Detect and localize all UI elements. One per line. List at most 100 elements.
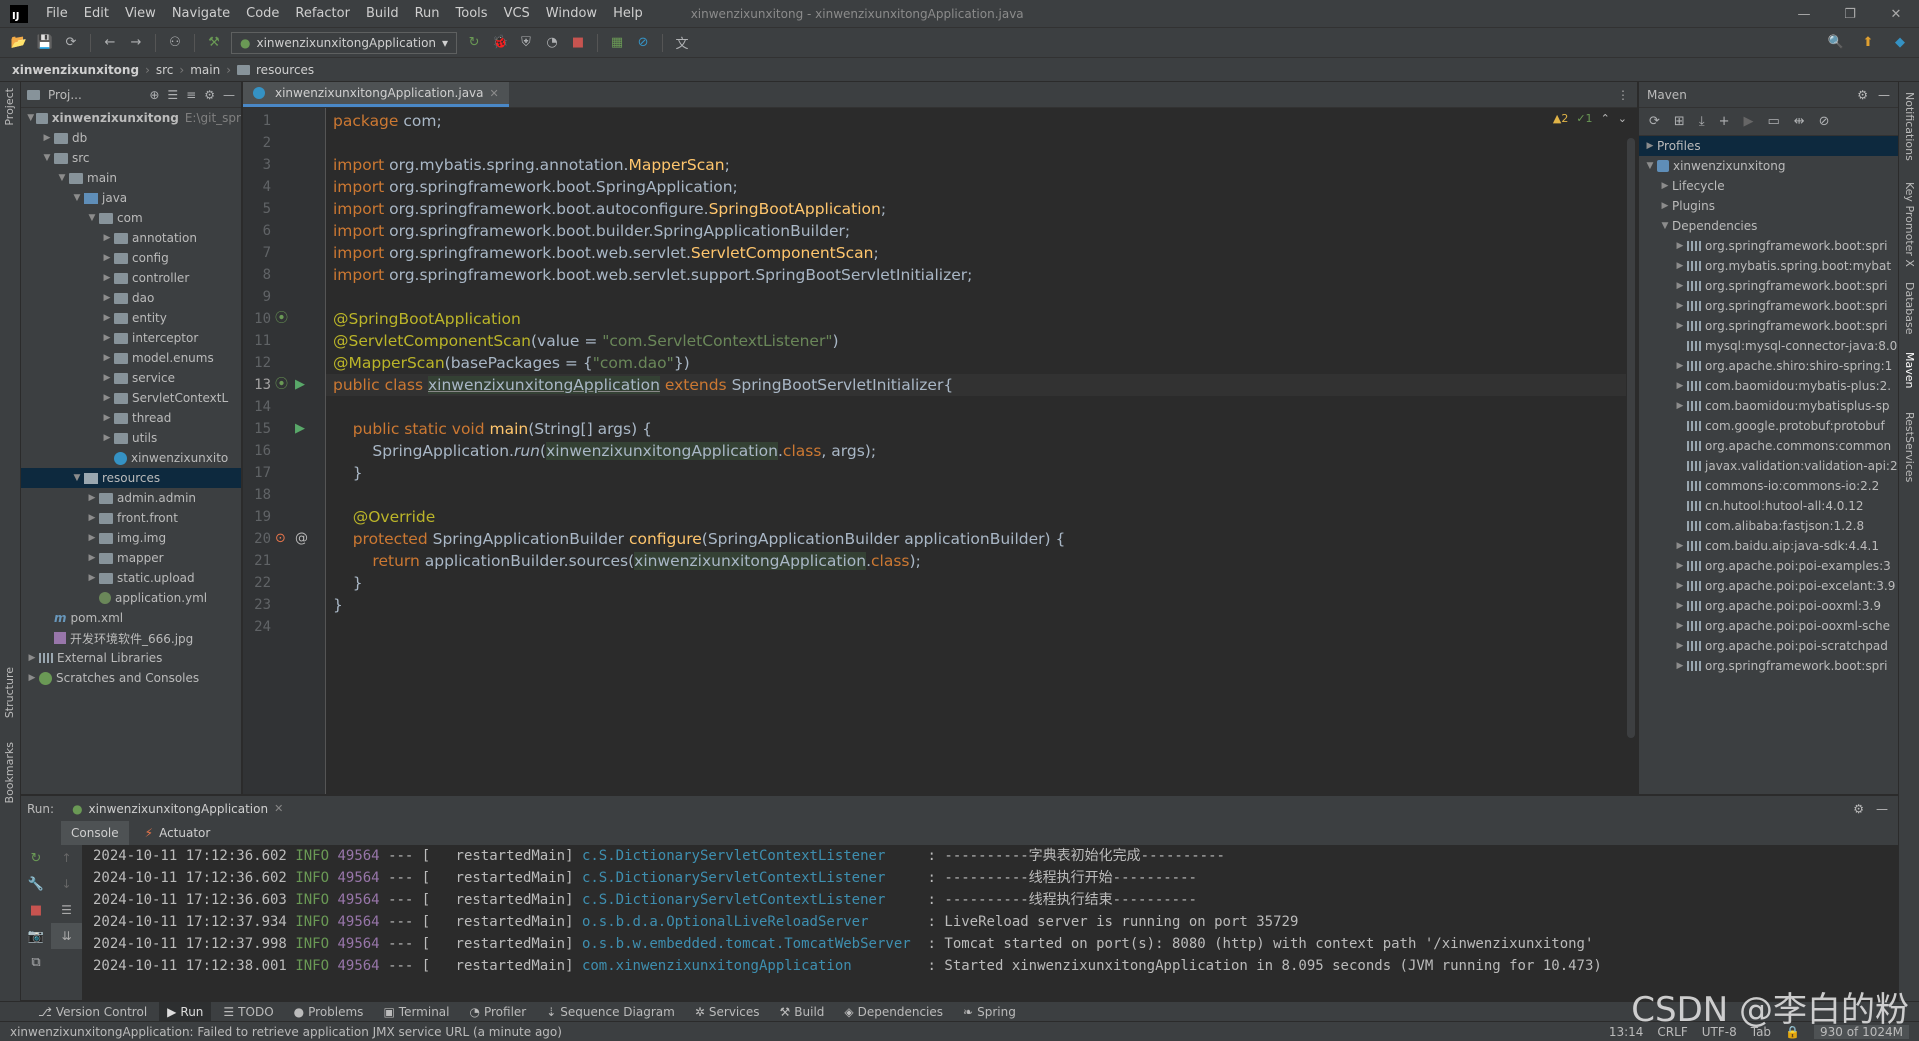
chevron-right-icon[interactable]: ▶ bbox=[100, 333, 114, 343]
maven-tree-item[interactable]: mysql:mysql-connector-java:8.0 bbox=[1639, 336, 1898, 356]
chevron-right-icon[interactable]: ▶ bbox=[1673, 381, 1687, 391]
maven-tree-item[interactable]: ▶ Lifecycle bbox=[1639, 176, 1898, 196]
tool-services[interactable]: ✲ Services bbox=[687, 1002, 768, 1022]
chevron-right-icon[interactable]: ▶ bbox=[100, 433, 114, 443]
run-gutter-icon[interactable]: ▶ bbox=[295, 418, 305, 440]
menu-view[interactable]: View bbox=[117, 6, 164, 21]
stop-icon[interactable]: ■ bbox=[21, 897, 51, 923]
chevron-right-icon[interactable]: ▶ bbox=[1673, 401, 1687, 411]
console-output[interactable]: 2024-10-11 17:12:36.602 INFO 49564 --- [… bbox=[83, 845, 1898, 1000]
maven-tree-item[interactable]: ▶ org.apache.poi:poi-excelant:3.9 bbox=[1639, 576, 1898, 596]
maven-tree-item[interactable]: ▶ org.apache.shiro:shiro-spring:1 bbox=[1639, 356, 1898, 376]
coverage-icon[interactable]: ⛨ bbox=[515, 32, 537, 54]
save-icon[interactable]: 💾 bbox=[34, 32, 56, 54]
maven-tree-item[interactable]: ▶ com.baomidou:mybatisplus-sp bbox=[1639, 396, 1898, 416]
update-icon[interactable]: ⬆ bbox=[1857, 32, 1879, 54]
tree-item[interactable]: ▼ main bbox=[21, 168, 241, 188]
tree-item[interactable]: ▶ External Libraries bbox=[21, 648, 241, 668]
maven-tree-item[interactable]: ▶ org.springframework.boot:spri bbox=[1639, 236, 1898, 256]
open-folder-icon[interactable]: 📂 bbox=[8, 32, 30, 54]
tree-item[interactable]: ▶ entity bbox=[21, 308, 241, 328]
gear-icon[interactable]: ⚙ bbox=[204, 88, 215, 102]
maven-tree-item[interactable]: ▶ org.springframework.boot:spri bbox=[1639, 656, 1898, 676]
chevron-down-icon[interactable]: ▼ bbox=[85, 213, 99, 223]
chevron-right-icon[interactable]: ▶ bbox=[25, 673, 39, 683]
maven-tree-item[interactable]: commons-io:commons-io:2.2 bbox=[1639, 476, 1898, 496]
run-tab[interactable]: ● xinwenzixunxitongApplication ✕ bbox=[64, 796, 291, 822]
tool-problems[interactable]: ● Problems bbox=[286, 1002, 372, 1022]
maven-tree-item[interactable]: com.alibaba:fastjson:1.2.8 bbox=[1639, 516, 1898, 536]
chevron-right-icon[interactable]: ▶ bbox=[100, 313, 114, 323]
search-icon[interactable]: 🔍 bbox=[1825, 32, 1847, 54]
arrow-down-icon[interactable]: ↓ bbox=[51, 871, 82, 897]
chevron-right-icon[interactable]: ▶ bbox=[85, 553, 99, 563]
chevron-right-icon[interactable]: ▶ bbox=[1673, 321, 1687, 331]
chevron-down-icon[interactable]: ▼ bbox=[1658, 221, 1672, 231]
maven-tree-item[interactable]: cn.hutool:hutool-all:4.0.12 bbox=[1639, 496, 1898, 516]
gear-icon[interactable]: ⚙ bbox=[1853, 802, 1864, 816]
chevron-right-icon[interactable]: ▶ bbox=[40, 133, 54, 143]
tool-version-control[interactable]: ⎇ Version Control bbox=[30, 1002, 155, 1022]
chevron-down-icon[interactable]: ▼ bbox=[25, 113, 36, 123]
cancel-icon[interactable]: ⊘ bbox=[1819, 114, 1830, 129]
maven-tree-item[interactable]: com.google.protobuf:protobuf bbox=[1639, 416, 1898, 436]
chevron-right-icon[interactable]: ▶ bbox=[1673, 301, 1687, 311]
override-icon[interactable]: ⊙ bbox=[275, 528, 286, 550]
build-hammer-icon[interactable]: ⚒ bbox=[203, 32, 225, 54]
monitor-icon[interactable]: ▦ bbox=[606, 32, 628, 54]
tree-item[interactable]: ▼ com bbox=[21, 208, 241, 228]
maven-tree-item[interactable]: ▼ Dependencies bbox=[1639, 216, 1898, 236]
tree-item[interactable]: ▶ config bbox=[21, 248, 241, 268]
close-tab-icon[interactable]: ✕ bbox=[490, 87, 499, 100]
collapse-all-icon[interactable]: ≡ bbox=[186, 88, 196, 102]
tree-item[interactable]: ▶ Scratches and Consoles bbox=[21, 668, 241, 688]
run-gutter-icon[interactable]: ▶ bbox=[295, 374, 305, 396]
bookmarks-stripe-button[interactable]: Bookmarks bbox=[3, 742, 16, 803]
scroll-to-end-icon[interactable]: ⇊ bbox=[51, 923, 82, 949]
expand-all-icon[interactable]: ☰ bbox=[167, 88, 178, 102]
tool-terminal[interactable]: ▣ Terminal bbox=[375, 1002, 457, 1022]
tool-build[interactable]: ⚒ Build bbox=[772, 1002, 833, 1022]
notifications-stripe-button[interactable]: Notifications bbox=[1903, 92, 1916, 161]
chevron-right-icon[interactable]: ▶ bbox=[1673, 541, 1687, 551]
arrow-up-icon[interactable]: ↑ bbox=[51, 845, 82, 871]
tool-dependencies[interactable]: ◈ Dependencies bbox=[836, 1002, 951, 1022]
maven-tree-item[interactable]: ▶ org.apache.poi:poi-ooxml-sche bbox=[1639, 616, 1898, 636]
breadcrumb-main[interactable]: main bbox=[190, 63, 220, 77]
no-entry-icon[interactable]: ⊘ bbox=[632, 32, 654, 54]
toggle-offline-icon[interactable]: ▭ bbox=[1767, 114, 1779, 129]
maven-tree-item[interactable]: ▶ org.mybatis.spring.boot:mybat bbox=[1639, 256, 1898, 276]
menu-run[interactable]: Run bbox=[407, 6, 448, 21]
restore-layout-icon[interactable]: ⧉ bbox=[21, 949, 51, 975]
locate-icon[interactable]: ⊕ bbox=[149, 88, 159, 102]
tree-item[interactable]: ▶ mapper bbox=[21, 548, 241, 568]
inspection-widget[interactable]: ▲2 ✓1 ⌃ ⌄ bbox=[1553, 112, 1627, 125]
structure-stripe-button[interactable]: Structure bbox=[3, 667, 16, 718]
tree-item[interactable]: ▶ ServletContextL bbox=[21, 388, 241, 408]
rerun-icon[interactable]: ↻ bbox=[463, 32, 485, 54]
tree-item[interactable]: 开发环境软件_666.jpg bbox=[21, 628, 241, 648]
tree-item[interactable]: ▶ dao bbox=[21, 288, 241, 308]
tree-item[interactable]: xinwenzixunxito bbox=[21, 448, 241, 468]
chevron-right-icon[interactable]: ▶ bbox=[100, 233, 114, 243]
maven-tree-item[interactable]: ▶ Plugins bbox=[1639, 196, 1898, 216]
menu-file[interactable]: File bbox=[38, 6, 76, 21]
tool-sequence-diagram[interactable]: ⇣ Sequence Diagram bbox=[538, 1002, 683, 1022]
tree-item[interactable]: ▶ db bbox=[21, 128, 241, 148]
tree-item[interactable]: m pom.xml bbox=[21, 608, 241, 628]
wrench-icon[interactable]: 🔧 bbox=[21, 871, 51, 897]
annotation-icon[interactable]: @ bbox=[295, 528, 308, 550]
soft-wrap-icon[interactable]: ☰ bbox=[51, 897, 82, 923]
chevron-right-icon[interactable]: ▶ bbox=[1673, 261, 1687, 271]
tab-xinwenzixunxitongapplication[interactable]: xinwenzixunxitongApplication.java ✕ bbox=[243, 82, 509, 107]
chevron-right-icon[interactable]: ▶ bbox=[100, 393, 114, 403]
gear-icon[interactable]: ⚙ bbox=[1857, 88, 1868, 102]
chevron-right-icon[interactable]: ▶ bbox=[85, 493, 99, 503]
chevron-right-icon[interactable]: ▶ bbox=[1673, 561, 1687, 571]
breadcrumb-src[interactable]: src bbox=[156, 63, 174, 77]
tree-item[interactable]: ▶ interceptor bbox=[21, 328, 241, 348]
menu-navigate[interactable]: Navigate bbox=[164, 6, 238, 21]
maven-tree-item[interactable]: ▶ org.springframework.boot:spri bbox=[1639, 276, 1898, 296]
close-window-button[interactable]: ✕ bbox=[1873, 0, 1919, 28]
chevron-right-icon[interactable]: ▶ bbox=[1673, 641, 1687, 651]
